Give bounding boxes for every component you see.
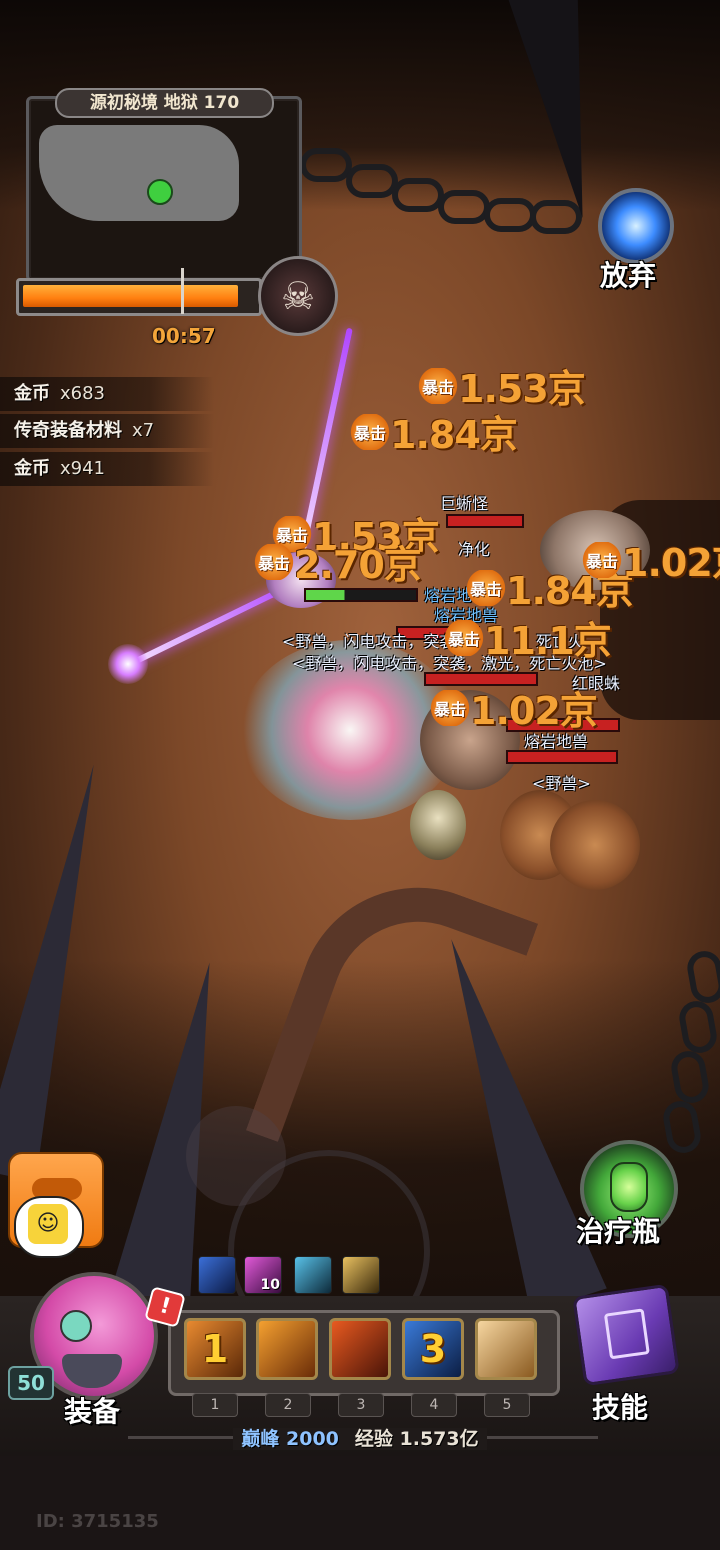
skill-slot-3[interactable] (329, 1318, 391, 1380)
buff-lightning-icon (198, 1256, 236, 1294)
skill-badge: 1 (201, 1327, 229, 1371)
loot-qty: x941 (60, 458, 106, 479)
peak-exp-text: 巅峰 2000 经验 1.573亿 (0, 1424, 720, 1451)
loot-qty: x7 (132, 420, 155, 441)
joystick-knob[interactable] (186, 1106, 286, 1206)
game-stage[interactable]: 源初秘境 地狱 170 00:57 ☠ 放弃 金币 x683 传奇装备材料 x7 金… (0, 0, 720, 1550)
enemy-hp-bar (424, 672, 538, 686)
stage-timer-bar (16, 278, 262, 316)
abandon-button[interactable]: 放弃 (588, 184, 678, 294)
enemy-affix-label: <野兽，闪电攻击，突袭 (282, 632, 456, 651)
skill-slot-number: 3 (338, 1393, 384, 1417)
hud-footer (0, 1456, 720, 1550)
enemy-hp-bar (446, 514, 524, 528)
experience: 经验 1.573亿 (346, 1428, 487, 1450)
book-icon (603, 1308, 650, 1360)
peak-level: 巅峰 2000 (233, 1428, 347, 1450)
portal-icon (598, 188, 674, 264)
timer-marker (181, 268, 184, 314)
chat-bubble[interactable]: ☺ (14, 1196, 84, 1258)
enemy-name-label: 熔岩地兽 (434, 606, 499, 625)
enemy-affix-label: 死亡火 (536, 632, 585, 651)
enemy-name-label: 巨蜥怪 (440, 494, 489, 513)
avatar-suit (62, 1354, 122, 1388)
boss-skull-icon[interactable]: ☠ (258, 256, 338, 336)
heal-potion-label: 治疗瓶 (576, 1215, 661, 1248)
skill-slot-number: 5 (484, 1393, 530, 1417)
abandon-label: 放弃 (600, 259, 657, 292)
enemy-name-label: 熔岩地兽 (524, 732, 589, 751)
player-level-badge: 50 (8, 1366, 54, 1400)
cat-face-icon: ☺ (28, 1204, 68, 1244)
loot-name: 传奇装备材料 (14, 420, 122, 441)
enemy-hp-bar (506, 750, 618, 764)
skill-slot-5[interactable] (475, 1318, 537, 1380)
loot-log-item: 传奇装备材料 x7 (0, 414, 214, 448)
chain-link (346, 164, 398, 198)
stage-timer-text: 00:57 (152, 324, 216, 348)
skill-slot-4[interactable]: 3 (402, 1318, 464, 1380)
enemy-name-label: <野兽> (532, 774, 591, 793)
stage-timer-fill (23, 285, 238, 307)
owl-beast-enemy (420, 690, 520, 790)
skills-book-button[interactable] (572, 1283, 680, 1387)
buff-count: 10 (260, 1277, 280, 1293)
chain-link (392, 178, 444, 212)
loot-log-item: 金币 x941 (0, 452, 214, 486)
enemy-affix-label: 净化 (458, 540, 491, 559)
skill-badge: 3 (419, 1327, 447, 1371)
buff-ice-icon (294, 1256, 332, 1294)
chain-link (300, 148, 352, 182)
skill-slot-1[interactable]: 1 (184, 1318, 246, 1380)
skill-slot-number: 1 (192, 1393, 238, 1417)
lava-beast-enemy (550, 800, 640, 890)
loot-name: 金币 (14, 383, 50, 404)
skill-slot-number: 2 (265, 1393, 311, 1417)
hero-character (410, 790, 466, 860)
enemy-name-label: 红眼蛛 (572, 674, 621, 693)
avatar-eye-icon (60, 1310, 92, 1342)
buff-laser-icon: 10 (244, 1256, 282, 1294)
stage-title: 源初秘境 地狱 170 (55, 88, 274, 118)
skill-slot-2[interactable] (256, 1318, 318, 1380)
loot-qty: x683 (60, 383, 106, 404)
laser-orb (108, 644, 148, 684)
giant-lizard-enemy (540, 510, 650, 590)
loot-log-item: 金币 x683 (0, 377, 214, 411)
player-marker-icon (147, 179, 173, 205)
player-id: ID: 3715135 (36, 1511, 159, 1532)
minimap[interactable] (26, 96, 302, 282)
potion-bottle-icon (610, 1162, 648, 1212)
chain-link (438, 190, 490, 224)
minimap-explored-area (39, 125, 239, 221)
skills-label: 技能 (592, 1391, 649, 1424)
skill-slot-number: 4 (411, 1393, 457, 1417)
buff-shield-icon (342, 1256, 380, 1294)
chain-link (484, 198, 536, 232)
elite-hp-bar (304, 588, 418, 602)
loot-name: 金币 (14, 458, 50, 479)
enemy-affix-label: <野兽，闪电攻击，突袭，激光，死亡火池> (292, 654, 607, 673)
